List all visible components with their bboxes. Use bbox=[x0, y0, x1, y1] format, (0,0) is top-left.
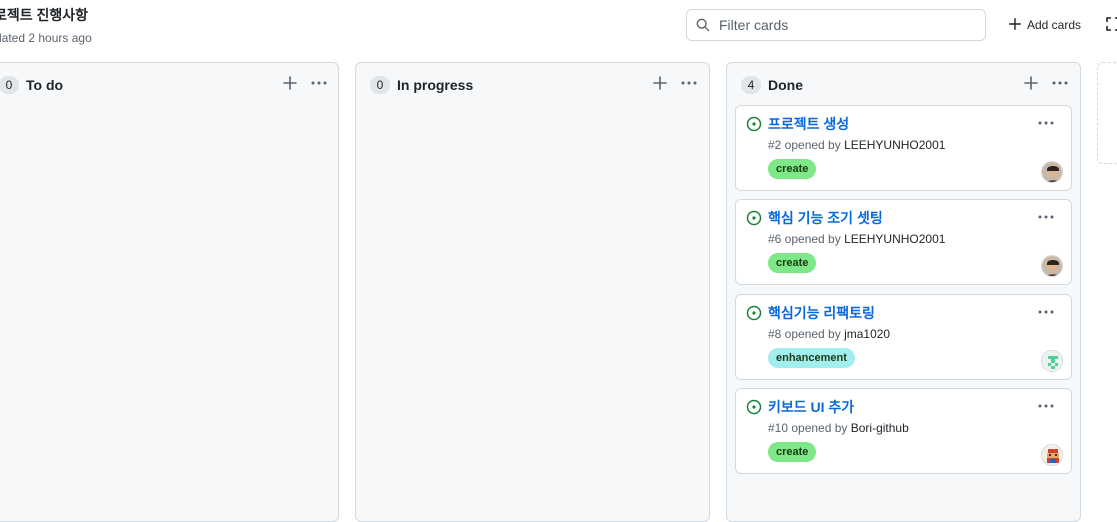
issue-number-text: #10 opened by bbox=[768, 421, 851, 435]
issue-author-link[interactable]: LEEHYUNHO2001 bbox=[844, 138, 945, 152]
card-menu-icon[interactable] bbox=[1037, 398, 1055, 414]
user-avatar-photo[interactable] bbox=[1041, 255, 1063, 277]
add-card-icon[interactable] bbox=[1023, 75, 1039, 91]
add-cards-button[interactable]: Add cards bbox=[1008, 14, 1081, 36]
label-badge[interactable]: create bbox=[768, 159, 817, 179]
label-badge[interactable]: create bbox=[768, 442, 817, 462]
issue-title-link[interactable]: 핵심 기능 조기 셋팅 bbox=[768, 208, 883, 228]
open-issue-icon bbox=[746, 210, 762, 226]
column-header: 0 To do bbox=[0, 63, 338, 107]
card-menu-icon[interactable] bbox=[1037, 304, 1055, 320]
add-cards-label: Add cards bbox=[1027, 18, 1082, 32]
column-in-progress: 0 In progress bbox=[355, 62, 710, 522]
project-header: 로젝트 진행사항 dated 2 hours ago Add cards bbox=[0, 0, 1117, 62]
issue-card[interactable]: 핵심 기능 조기 셋팅 #6 opened by LEEHYUNHO2001 c… bbox=[735, 199, 1072, 285]
issue-meta: #8 opened by jma1020 bbox=[768, 327, 890, 341]
column-title: To do bbox=[26, 77, 64, 93]
add-card-icon[interactable] bbox=[282, 75, 298, 91]
search-icon bbox=[695, 17, 711, 33]
column-done: 4 Done 프로젝트 생성 #2 opened by LEEHYUNHO200… bbox=[726, 62, 1081, 522]
issue-author-link[interactable]: Bori-github bbox=[851, 421, 909, 435]
issue-author-link[interactable]: jma1020 bbox=[844, 327, 890, 341]
card-menu-icon[interactable] bbox=[1037, 209, 1055, 225]
column-title: In progress bbox=[397, 77, 474, 93]
open-issue-icon bbox=[746, 305, 762, 321]
column-header: 0 In progress bbox=[356, 63, 709, 107]
column-todo: 0 To do bbox=[0, 62, 339, 522]
filter-cards-input[interactable] bbox=[719, 17, 979, 33]
issue-card[interactable]: 핵심기능 리팩토링 #8 opened by jma1020 enhanceme… bbox=[735, 294, 1072, 380]
plus-icon bbox=[1008, 17, 1022, 34]
issue-title-link[interactable]: 프로젝트 생성 bbox=[768, 114, 849, 134]
column-menu-icon[interactable] bbox=[310, 75, 328, 91]
issue-number-text: #8 opened by bbox=[768, 327, 845, 341]
column-count: 4 bbox=[741, 76, 761, 94]
identicon-avatar[interactable] bbox=[1041, 350, 1063, 372]
issue-meta: #2 opened by LEEHYUNHO2001 bbox=[768, 138, 945, 152]
column-menu-icon[interactable] bbox=[680, 75, 698, 91]
updated-timestamp: dated 2 hours ago bbox=[0, 31, 92, 45]
issue-title-link[interactable]: 키보드 UI 추가 bbox=[768, 397, 854, 417]
filter-cards-box[interactable] bbox=[686, 9, 986, 41]
add-column-placeholder[interactable] bbox=[1097, 62, 1117, 164]
issue-title-link[interactable]: 핵심기능 리팩토링 bbox=[768, 303, 875, 323]
add-card-icon[interactable] bbox=[652, 75, 668, 91]
card-menu-icon[interactable] bbox=[1037, 115, 1055, 131]
label-badge[interactable]: enhancement bbox=[768, 348, 855, 368]
column-count: 0 bbox=[0, 76, 19, 94]
issue-meta: #6 opened by LEEHYUNHO2001 bbox=[768, 232, 945, 246]
issue-card[interactable]: 키보드 UI 추가 #10 opened by Bori-github crea… bbox=[735, 388, 1072, 474]
pixel-character-avatar[interactable] bbox=[1041, 444, 1063, 466]
issue-number-text: #6 opened by bbox=[768, 232, 845, 246]
fullscreen-icon[interactable] bbox=[1105, 16, 1117, 32]
issue-meta: #10 opened by Bori-github bbox=[768, 421, 909, 435]
page-title: 로젝트 진행사항 bbox=[0, 7, 89, 23]
column-header: 4 Done bbox=[727, 63, 1080, 107]
issue-author-link[interactable]: LEEHYUNHO2001 bbox=[844, 232, 945, 246]
label-badge[interactable]: create bbox=[768, 253, 817, 273]
column-title: Done bbox=[768, 77, 803, 93]
column-count: 0 bbox=[370, 76, 390, 94]
column-menu-icon[interactable] bbox=[1051, 75, 1069, 91]
issue-number-text: #2 opened by bbox=[768, 138, 845, 152]
issue-card[interactable]: 프로젝트 생성 #2 opened by LEEHYUNHO2001 creat… bbox=[735, 105, 1072, 191]
user-avatar-photo[interactable] bbox=[1041, 161, 1063, 183]
open-issue-icon bbox=[746, 399, 762, 415]
open-issue-icon bbox=[746, 116, 762, 132]
